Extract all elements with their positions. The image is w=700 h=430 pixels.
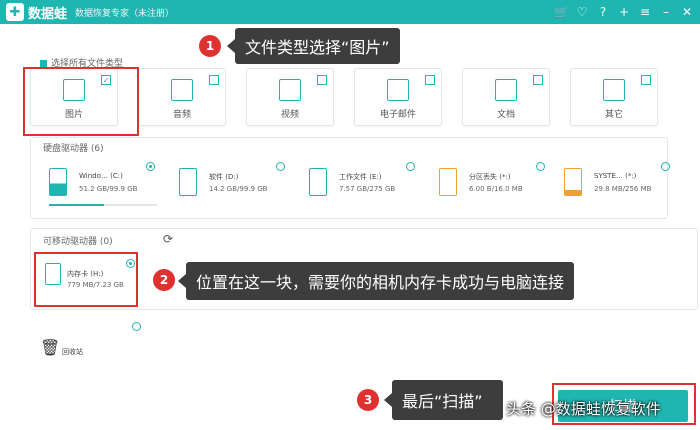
type-card-audio[interactable]: 音频 xyxy=(138,68,226,126)
highlight-removable xyxy=(34,252,138,307)
hard-drive-panel: 硬盘驱动器 (6) Windo… (C:) 51.2 GB/99.9 GB 软件… xyxy=(30,137,670,219)
highlight-file-type xyxy=(23,67,139,136)
drive-name: SYSTE… (*:) xyxy=(594,172,637,180)
system-drive-icon xyxy=(564,168,582,196)
drive-item[interactable]: 工作文件 (E:) 7.57 GB/275 GB xyxy=(301,160,419,210)
drive-name: 工作文件 (E:) xyxy=(339,173,382,181)
recycle-bin-item[interactable]: 🗑 回收站 xyxy=(40,338,83,357)
drive-item[interactable]: 软件 (D:) 14.2 GB/99.9 GB xyxy=(171,160,289,210)
callout-number-3: 3 xyxy=(357,389,379,411)
type-checkbox-audio[interactable] xyxy=(209,75,219,85)
drive-icon xyxy=(179,168,197,196)
drive-icon xyxy=(309,168,327,196)
callout-1: 文件类型选择“图片” xyxy=(227,28,400,64)
hard-drive-label: 硬盘驱动器 (6) xyxy=(43,144,104,154)
type-label: 视频 xyxy=(280,110,299,120)
type-checkbox-other[interactable] xyxy=(641,75,651,85)
type-checkbox-video[interactable] xyxy=(317,75,327,85)
drive-size: 29.8 MB/256 MB xyxy=(594,185,652,193)
usage-bar-fill xyxy=(49,204,105,206)
type-label: 文档 xyxy=(496,110,515,120)
watermark: 头条 @数据蛙恢复软件 xyxy=(506,400,661,418)
app-name: 数据蛙 xyxy=(28,6,68,22)
lost-partition-icon xyxy=(439,168,457,196)
drive-item[interactable]: Windo… (C:) 51.2 GB/99.9 GB xyxy=(41,160,159,210)
drive-radio[interactable] xyxy=(276,162,285,171)
refresh-icon[interactable]: ⟳ xyxy=(163,232,173,246)
windows-drive-icon xyxy=(49,168,67,196)
type-label: 电子邮件 xyxy=(379,110,416,120)
drive-size: 14.2 GB/99.9 GB xyxy=(209,185,268,193)
document-icon xyxy=(495,79,517,101)
drive-radio[interactable] xyxy=(661,162,670,171)
drive-radio[interactable] xyxy=(406,162,415,171)
minimize-icon[interactable]: – xyxy=(659,3,673,21)
recycle-bin-radio[interactable] xyxy=(132,322,141,331)
drive-radio[interactable] xyxy=(536,162,545,171)
drive-name: Windo… (C:) xyxy=(79,172,123,180)
type-card-other[interactable]: 其它 xyxy=(570,68,658,126)
type-card-email[interactable]: 电子邮件 xyxy=(354,68,442,126)
drive-name: 软件 (D:) xyxy=(209,173,239,181)
close-icon[interactable]: ✕ xyxy=(680,3,694,21)
removable-label: 可移动驱动器 (0) xyxy=(43,237,113,247)
video-icon xyxy=(279,79,301,101)
drive-radio[interactable] xyxy=(146,162,155,171)
menu-icon[interactable]: ≡ xyxy=(638,3,652,21)
frog-logo-icon: ✚ xyxy=(6,3,24,21)
drive-item[interactable]: 分区丢失 (*:) 6.00 B/16.0 MB xyxy=(431,160,549,210)
select-all-checkbox[interactable] xyxy=(40,60,47,67)
drive-name: 分区丢失 (*:) xyxy=(469,173,511,181)
plus-icon[interactable]: + xyxy=(617,3,631,21)
app-logo: ✚ 数据蛙 xyxy=(6,3,67,22)
music-icon xyxy=(171,79,193,101)
help-icon[interactable]: ? xyxy=(596,3,610,21)
type-card-video[interactable]: 视频 xyxy=(246,68,334,126)
callout-number-2: 2 xyxy=(153,269,175,291)
recycle-bin-label: 回收站 xyxy=(62,348,83,356)
type-checkbox-email[interactable] xyxy=(425,75,435,85)
drive-item[interactable]: SYSTE… (*:) 29.8 MB/256 MB xyxy=(556,160,674,210)
type-card-document[interactable]: 文档 xyxy=(462,68,550,126)
drive-size: 51.2 GB/99.9 GB xyxy=(79,185,138,193)
other-icon xyxy=(603,79,625,101)
type-checkbox-document[interactable] xyxy=(533,75,543,85)
cart-icon[interactable]: 🛒 xyxy=(554,3,569,21)
callout-2: 位置在这一块，需要你的相机内存卡成功与电脑连接 xyxy=(177,262,575,300)
type-label: 其它 xyxy=(604,110,623,120)
drive-size: 7.57 GB/275 GB xyxy=(339,185,396,193)
trash-icon: 🗑 xyxy=(40,338,61,357)
app-subtitle: 数据恢复专家（未注册） xyxy=(75,8,175,19)
title-bar: ✚ 数据蛙 数据恢复专家（未注册） 🛒 ♡ ? + ≡ – ✕ xyxy=(0,0,700,24)
type-label: 音频 xyxy=(172,110,191,120)
heart-icon[interactable]: ♡ xyxy=(575,3,589,21)
callout-3: 最后“扫描” xyxy=(384,380,503,420)
email-icon xyxy=(387,79,409,101)
drive-size: 6.00 B/16.0 MB xyxy=(469,185,523,193)
callout-number-1: 1 xyxy=(199,35,221,57)
